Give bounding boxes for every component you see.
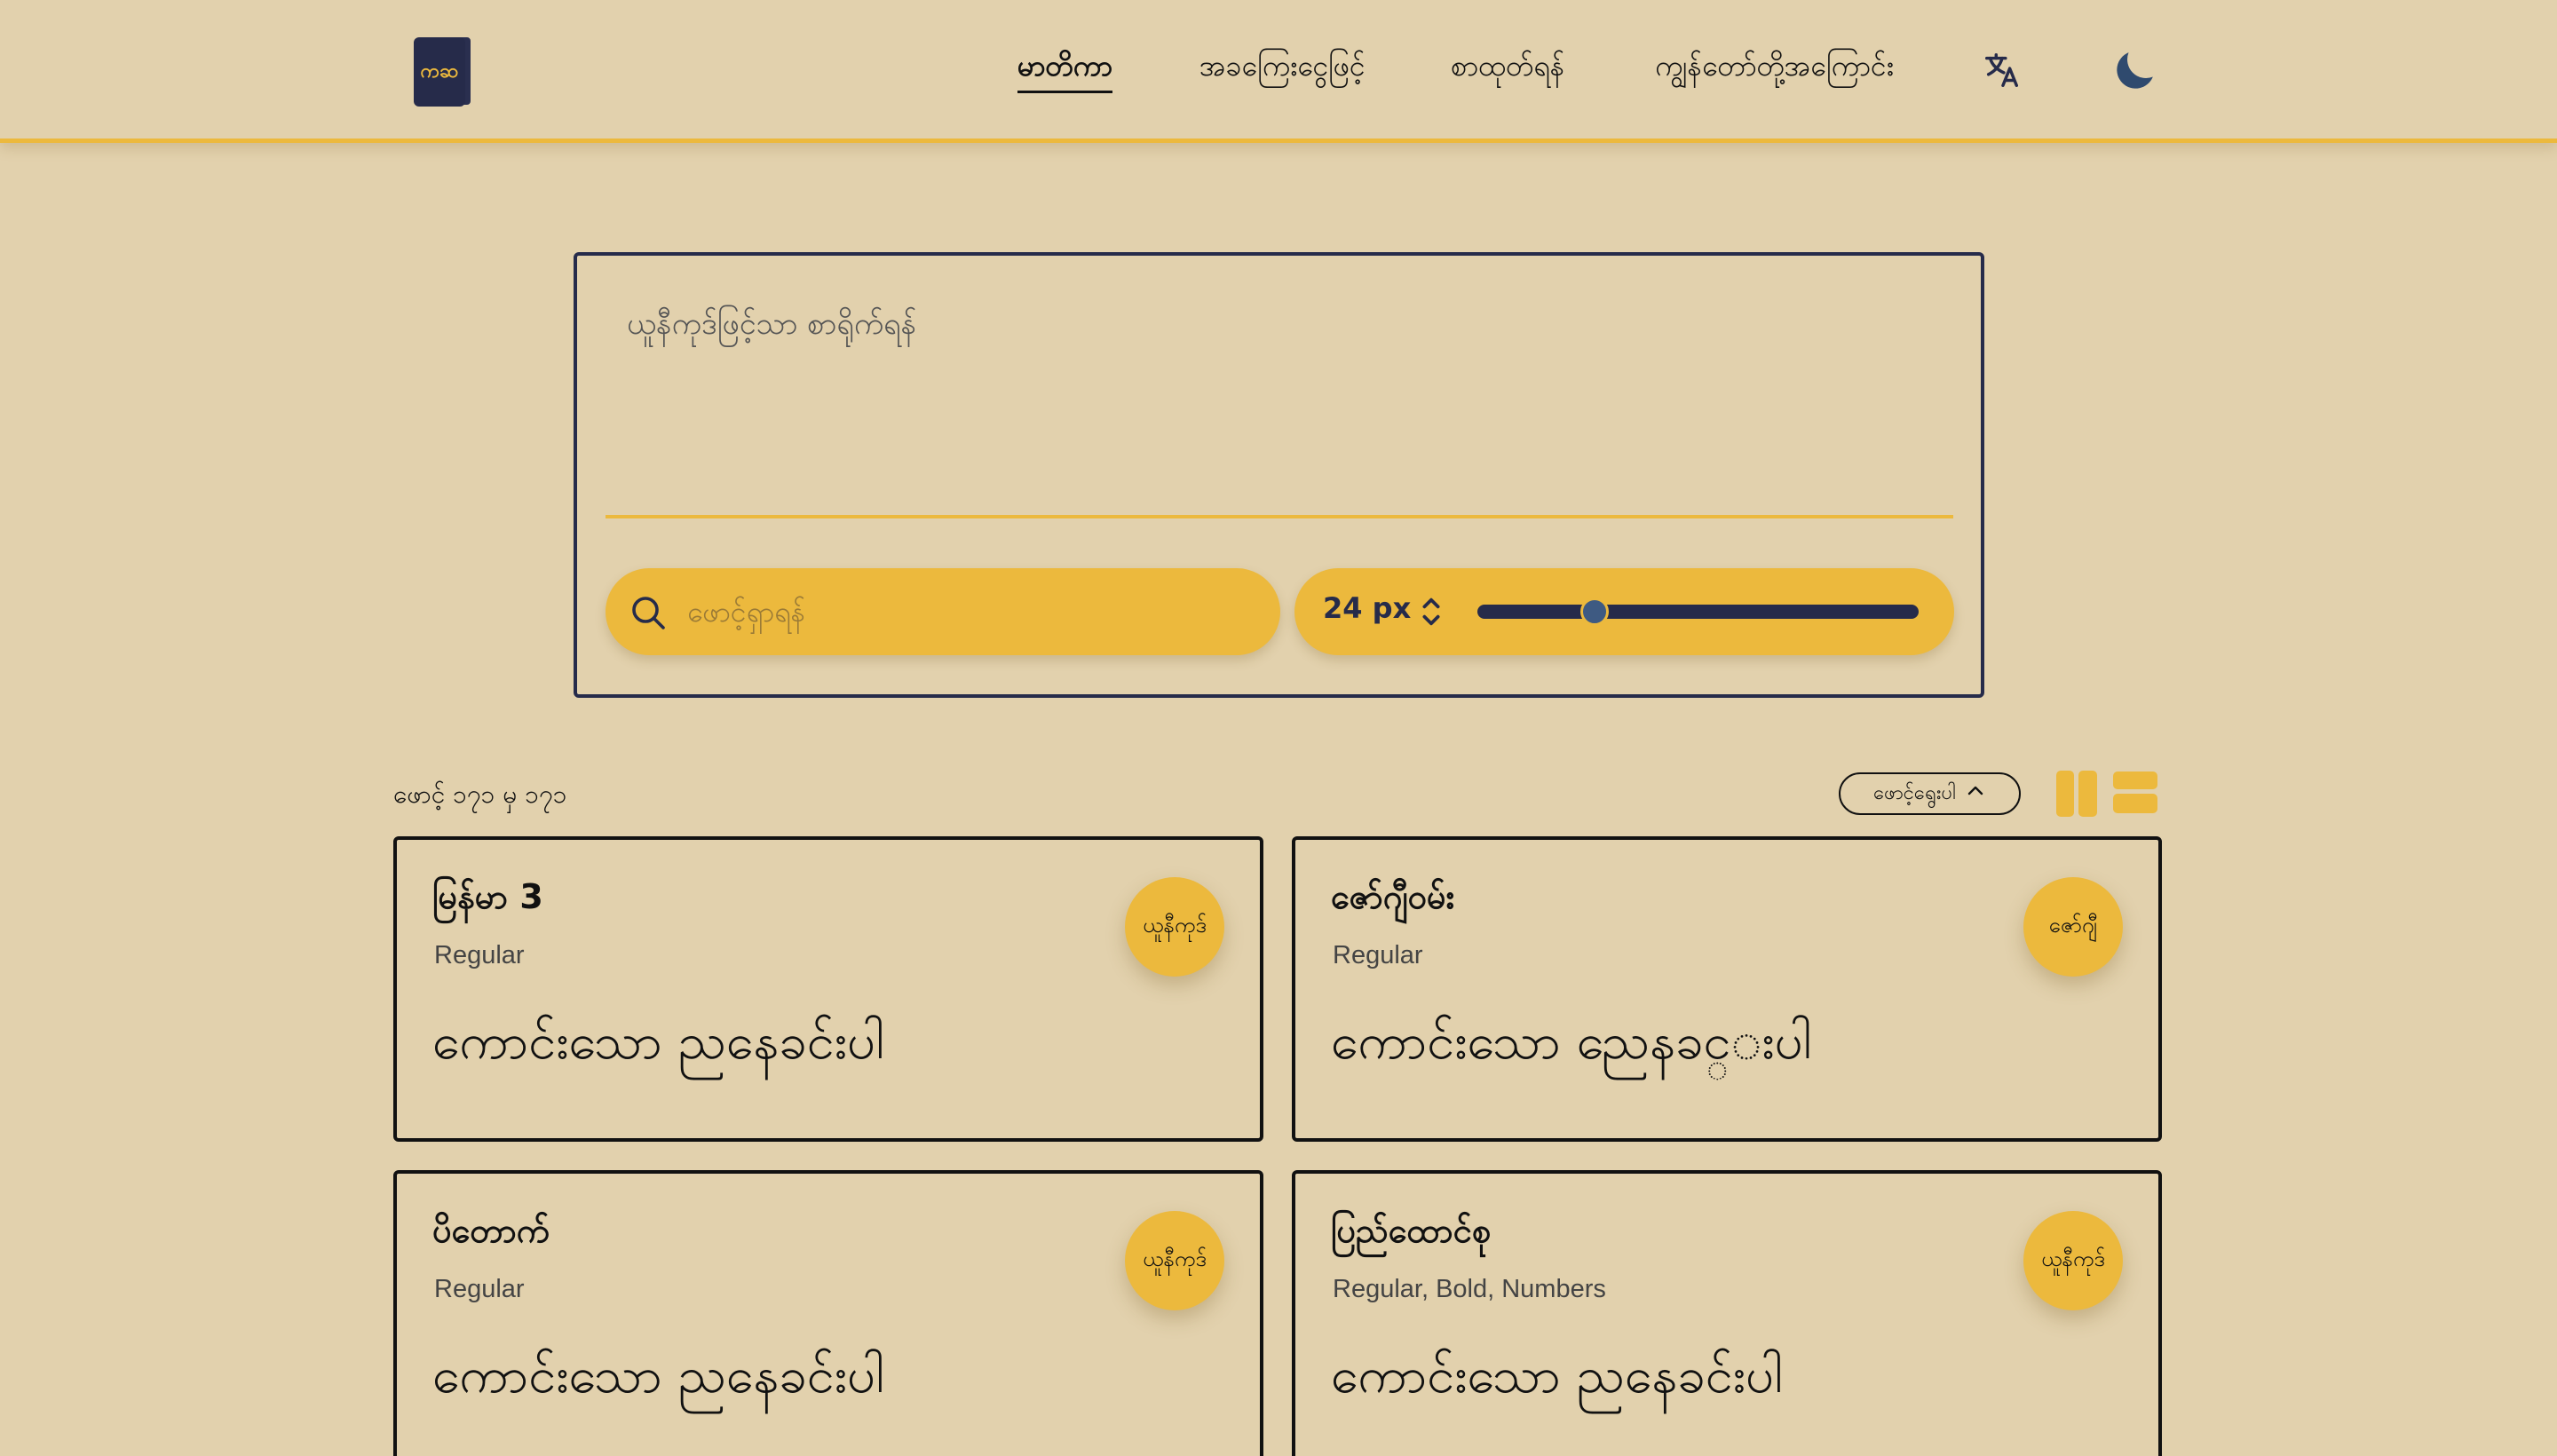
top-nav-bar: ကဆ မာတိကာ အခကြေးငွေဖြင့် စာထုတ်ရန် ကျွန်…: [0, 0, 2557, 143]
chevron-up-icon: [1965, 780, 1986, 807]
nav-item-contents[interactable]: မာတိကာ: [1017, 48, 1113, 93]
font-name: မြန်မာ 3: [432, 877, 543, 916]
logo[interactable]: ကဆ: [414, 34, 472, 107]
encoding-badge: ယူနီကုဒ်: [1125, 877, 1224, 977]
font-card[interactable]: ပိတောက် Regular ကောင်းသော ညနေခင်းပါ ယူနီ…: [393, 1170, 1263, 1456]
translate-icon[interactable]: [1980, 48, 2024, 92]
font-preview: ကောင်းသော ညနေခင်းပါ: [432, 1013, 884, 1071]
moon-icon[interactable]: [2110, 44, 2161, 96]
editor-panel: 24 px: [574, 252, 1984, 698]
search-icon: [627, 591, 669, 637]
font-search-input[interactable]: [687, 568, 1255, 655]
encoding-badge: ယူနီကုဒ်: [2023, 1211, 2123, 1310]
sort-label: ဖောင့်ရွေးပါ: [1873, 781, 1956, 804]
font-size-slider[interactable]: [1477, 597, 1919, 626]
nav-item-paid[interactable]: အခကြေးငွေဖြင့်: [1199, 48, 1366, 92]
font-name: ဇော်ဂျီဝမ်း: [1331, 877, 1455, 916]
font-styles: Regular: [434, 1275, 525, 1303]
font-preview: ကောင်းသော ညနေခင်းပါ: [432, 1347, 884, 1405]
font-preview: ကောင်းသော ညေနခင္းပါ: [1331, 1013, 1812, 1071]
logo-book-front: ကဆ: [414, 37, 465, 107]
font-search-box[interactable]: [606, 568, 1280, 655]
font-preview: ကောင်းသော ညနေခင်းပါ: [1331, 1347, 1783, 1405]
font-styles: Regular, Bold, Numbers: [1333, 1275, 1606, 1303]
font-styles: Regular: [434, 941, 525, 969]
text-input-area[interactable]: [606, 279, 1953, 518]
grid-view-icon[interactable]: [2056, 771, 2097, 817]
slider-thumb[interactable]: [1580, 597, 1610, 626]
font-card[interactable]: ဇော်ဂျီဝမ်း Regular ကောင်းသော ညေနခင္းပါ …: [1292, 836, 2162, 1142]
nav-item-about[interactable]: ကျွန်တော်တို့အကြောင်း: [1655, 48, 1894, 92]
font-card[interactable]: ပြည်ထောင်စု Regular, Bold, Numbers ကောင်…: [1292, 1170, 2162, 1456]
font-card[interactable]: မြန်မာ 3 Regular ကောင်းသော ညနေခင်းပါ ယူန…: [393, 836, 1263, 1142]
chevron-updown-icon[interactable]: [1419, 595, 1444, 632]
font-name: ပြည်ထောင်စု: [1331, 1211, 1492, 1250]
font-styles: Regular: [1333, 941, 1423, 969]
font-size-value[interactable]: 24 px: [1323, 591, 1411, 625]
sort-dropdown-button[interactable]: ဖောင့်ရွေးပါ: [1839, 772, 2021, 815]
encoding-badge: ဇော်ဂျီ: [2023, 877, 2123, 977]
font-size-control: 24 px: [1294, 568, 1954, 655]
result-count: ဖောင့် ၁၇၁ မှ ၁၇၁: [393, 779, 567, 809]
list-view-icon[interactable]: [2113, 771, 2157, 815]
encoding-badge: ယူနီကုဒ်: [1125, 1211, 1224, 1310]
font-name: ပိတောက်: [432, 1211, 550, 1250]
nav-item-publish[interactable]: စာထုတ်ရန်: [1451, 48, 1564, 92]
